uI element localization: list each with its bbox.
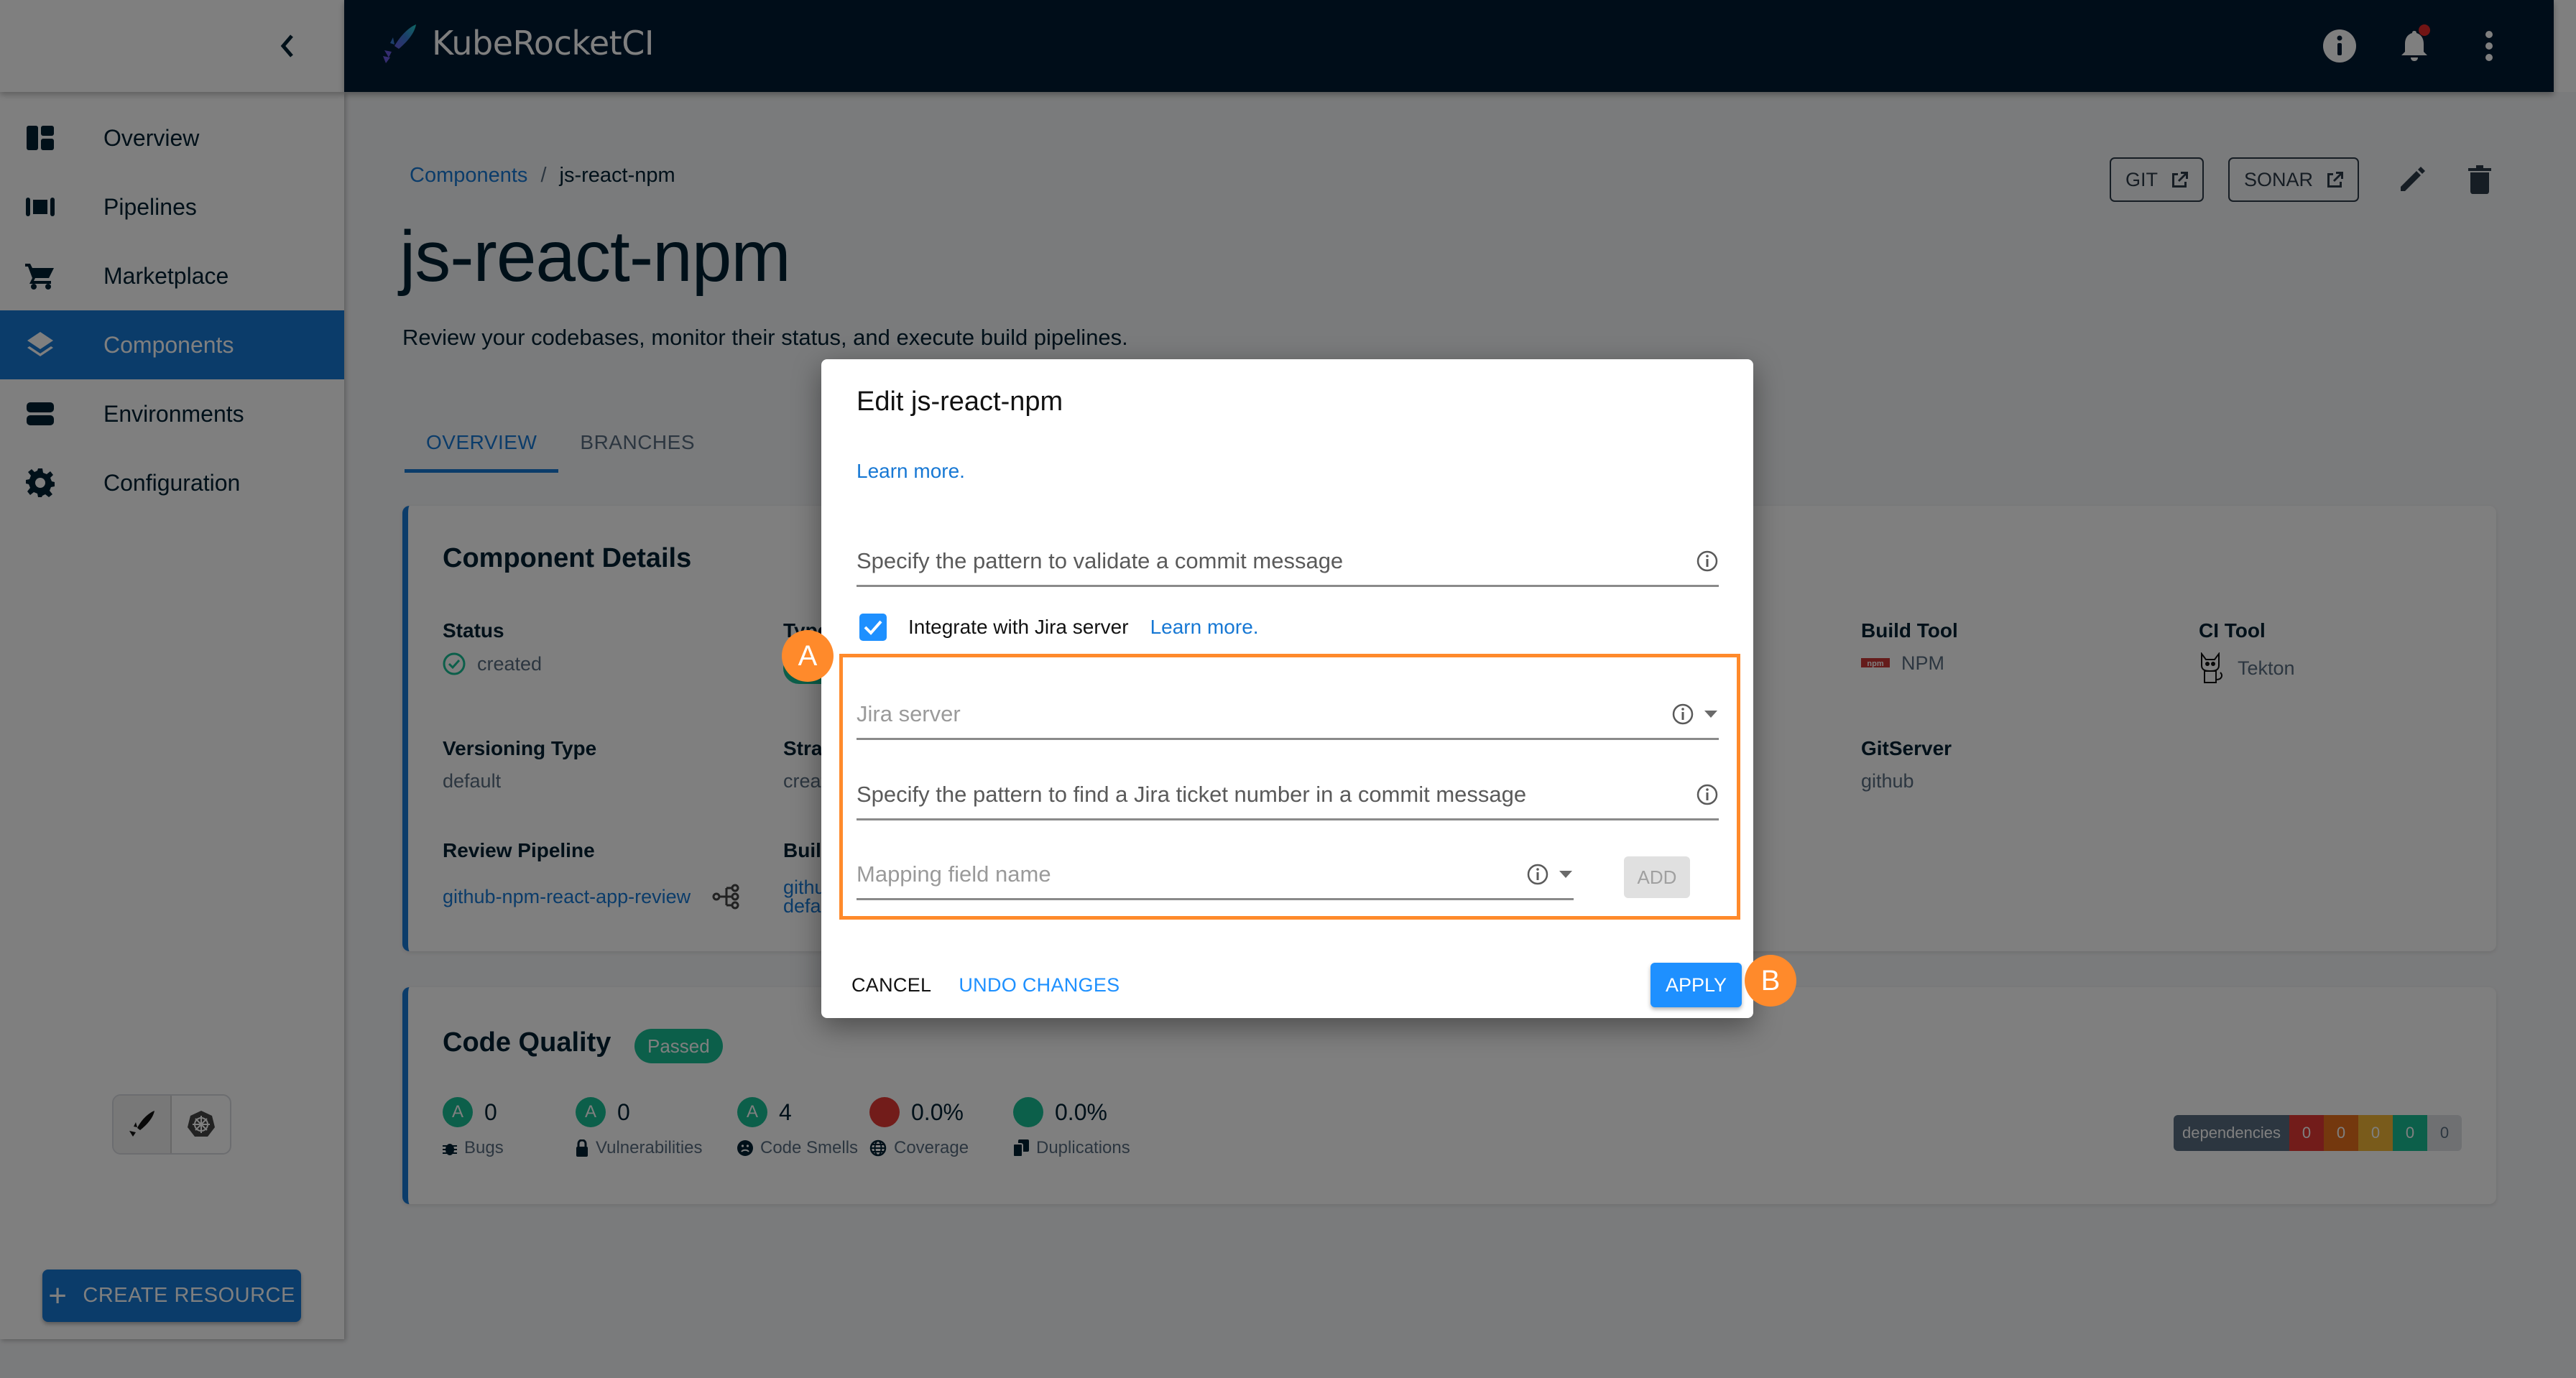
annotation-marker-b: B <box>1745 955 1796 1007</box>
undo-changes-button[interactable]: UNDO CHANGES <box>951 974 1127 996</box>
jira-integration-row: Integrate with Jira server Learn more. <box>859 614 1259 641</box>
apply-button[interactable]: APPLY <box>1651 963 1742 1007</box>
jira-integration-label: Integrate with Jira server <box>908 616 1129 638</box>
mapping-field-input[interactable] <box>857 850 1526 898</box>
add-mapping-button[interactable]: ADD <box>1624 856 1690 898</box>
jira-integration-checkbox[interactable] <box>859 614 887 641</box>
info-outline-icon[interactable] <box>1671 703 1694 726</box>
dropdown-arrow-icon[interactable] <box>1558 869 1574 879</box>
check-icon <box>864 620 882 635</box>
mapping-field-select[interactable] <box>857 850 1574 900</box>
cancel-button[interactable]: CANCEL <box>844 974 938 996</box>
info-outline-icon[interactable] <box>1696 783 1719 806</box>
jira-server-input[interactable] <box>857 690 1671 738</box>
learn-more-link[interactable]: Learn more. <box>857 460 965 483</box>
annotation-marker-a: A <box>782 630 834 682</box>
info-outline-icon[interactable] <box>1526 863 1549 886</box>
commit-pattern-field <box>857 537 1719 587</box>
info-outline-icon[interactable] <box>1696 550 1719 573</box>
ticket-pattern-input[interactable] <box>857 770 1696 818</box>
dialog-actions: CANCEL UNDO CHANGES APPLY <box>844 961 1742 1009</box>
jira-server-select[interactable] <box>857 690 1719 740</box>
commit-pattern-input[interactable] <box>857 537 1696 585</box>
edit-component-dialog: Edit js-react-npm Learn more. Integrate … <box>821 359 1753 1018</box>
ticket-pattern-field <box>857 770 1719 820</box>
jira-learn-more-link[interactable]: Learn more. <box>1150 616 1259 639</box>
dropdown-arrow-icon[interactable] <box>1703 709 1719 719</box>
dialog-title: Edit js-react-npm <box>857 387 1063 417</box>
